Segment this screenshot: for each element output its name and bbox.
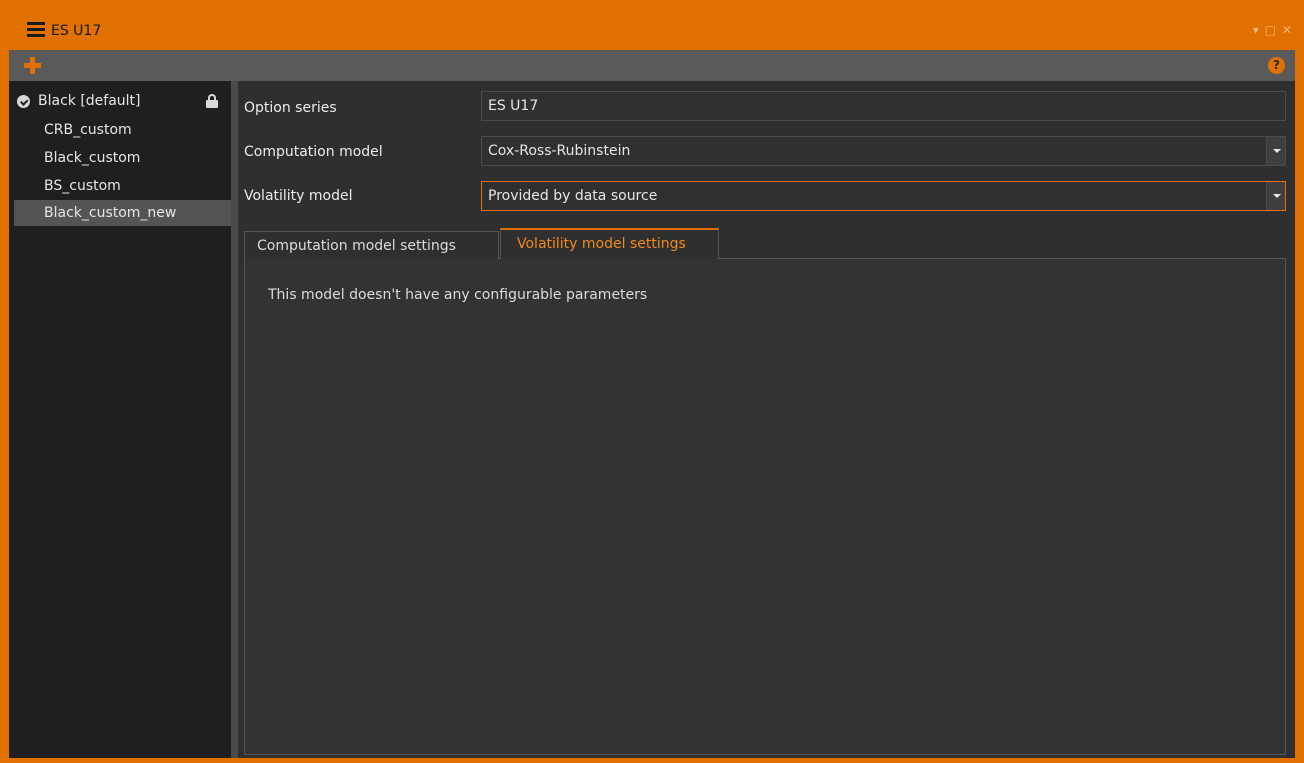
window-controls: ▾ □ ✕ [1253,24,1292,36]
option-series-field[interactable]: ES U17 [481,91,1286,121]
hamburger-menu-icon[interactable] [27,22,49,40]
list-item-label: Black [default] [38,93,141,109]
no-parameters-message: This model doesn't have any configurable… [268,287,648,303]
chevron-down-icon[interactable] [1266,182,1285,210]
option-series-label: Option series [244,100,337,116]
settings-panel: Option series ES U17 Computation model C… [238,81,1295,758]
title-bar[interactable]: ES U17 ▾ □ ✕ [0,0,1304,50]
list-item-label: CRB_custom [44,122,132,138]
list-item-label: Black_custom_new [44,205,177,221]
model-list: Black [default] CRB_custom Black_custom … [9,81,231,758]
lock-icon [206,94,218,108]
volatility-model-label: Volatility model [244,188,353,204]
plus-icon[interactable] [24,57,41,74]
computation-model-label: Computation model [244,144,383,160]
list-item-label: BS_custom [44,178,121,194]
splitter[interactable] [231,81,238,758]
computation-model-value: Cox-Ross-Rubinstein [488,143,631,159]
list-item-black-custom[interactable]: Black_custom [14,145,231,171]
list-item-black-default[interactable]: Black [default] [14,88,231,114]
computation-model-select[interactable]: Cox-Ross-Rubinstein [481,136,1286,166]
list-item-bs-custom[interactable]: BS_custom [14,173,231,199]
list-item-label: Black_custom [44,150,141,166]
option-model-window: ES U17 ▾ □ ✕ ? Black [default] CRB_custo… [0,0,1304,763]
toolbar: ? [9,50,1295,81]
window-title: ES U17 [51,23,102,39]
dropdown-icon[interactable]: ▾ [1253,24,1259,36]
list-item-crb-custom[interactable]: CRB_custom [14,117,231,143]
maximize-icon[interactable]: □ [1265,24,1276,36]
help-icon[interactable]: ? [1268,57,1285,74]
chevron-down-icon[interactable] [1266,137,1285,165]
list-item-black-custom-new[interactable]: Black_custom_new [14,200,231,226]
tab-panel: This model doesn't have any configurable… [244,259,1286,755]
content-area: Black [default] CRB_custom Black_custom … [9,81,1295,758]
volatility-model-value: Provided by data source [488,188,658,204]
tab-volatility-model-settings[interactable]: Volatility model settings [500,228,719,260]
close-icon[interactable]: ✕ [1282,24,1292,36]
volatility-model-select[interactable]: Provided by data source [481,181,1286,211]
check-circle-icon [17,95,30,108]
tab-computation-model-settings[interactable]: Computation model settings [244,231,499,259]
